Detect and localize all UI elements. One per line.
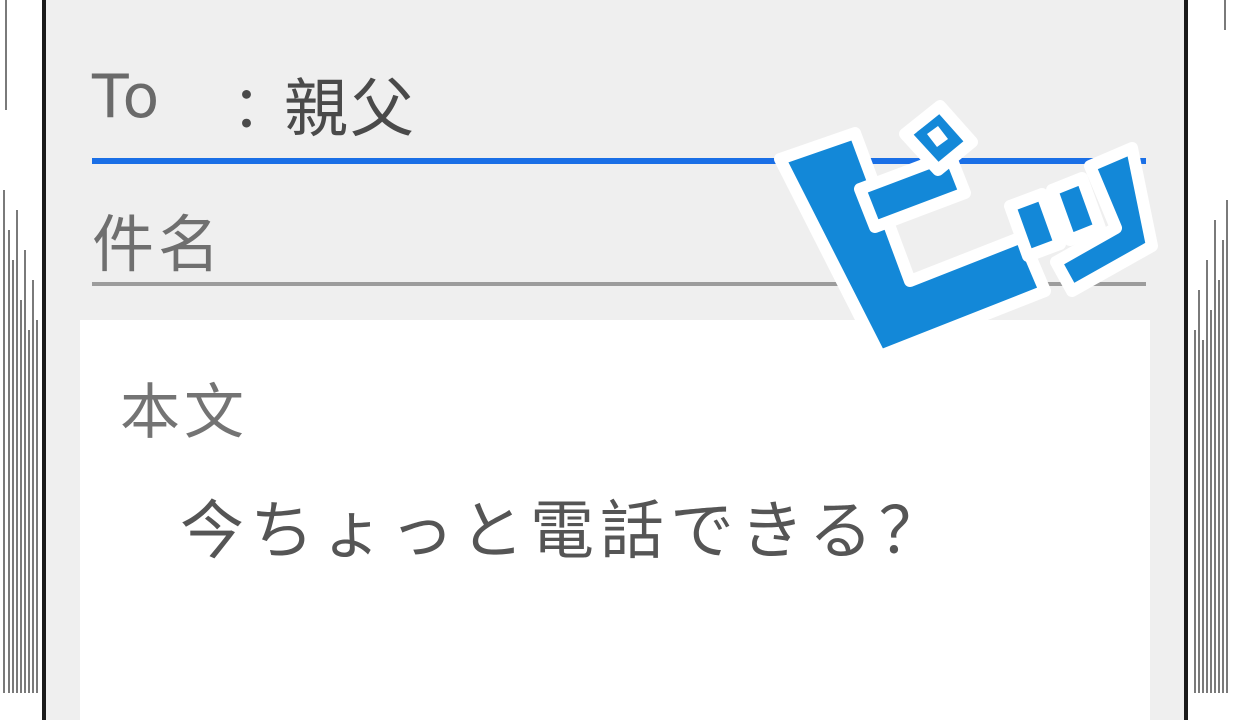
to-label: To (92, 62, 164, 132)
body-message[interactable]: 今ちょっと電話できる？ (180, 480, 949, 572)
sound-effect-graphic (774, 100, 1158, 362)
speed-lines-left (0, 0, 42, 693)
to-colon: ： (232, 73, 291, 141)
to-recipient[interactable]: 親父 (284, 58, 416, 150)
subject-label: 件名 (92, 208, 225, 281)
sound-effect: ピッ (760, 86, 1160, 366)
body-field[interactable]: 本文 今ちょっと電話できる？ (80, 320, 1150, 720)
speed-lines-right (1187, 0, 1233, 693)
body-label: 本文 (120, 378, 248, 448)
